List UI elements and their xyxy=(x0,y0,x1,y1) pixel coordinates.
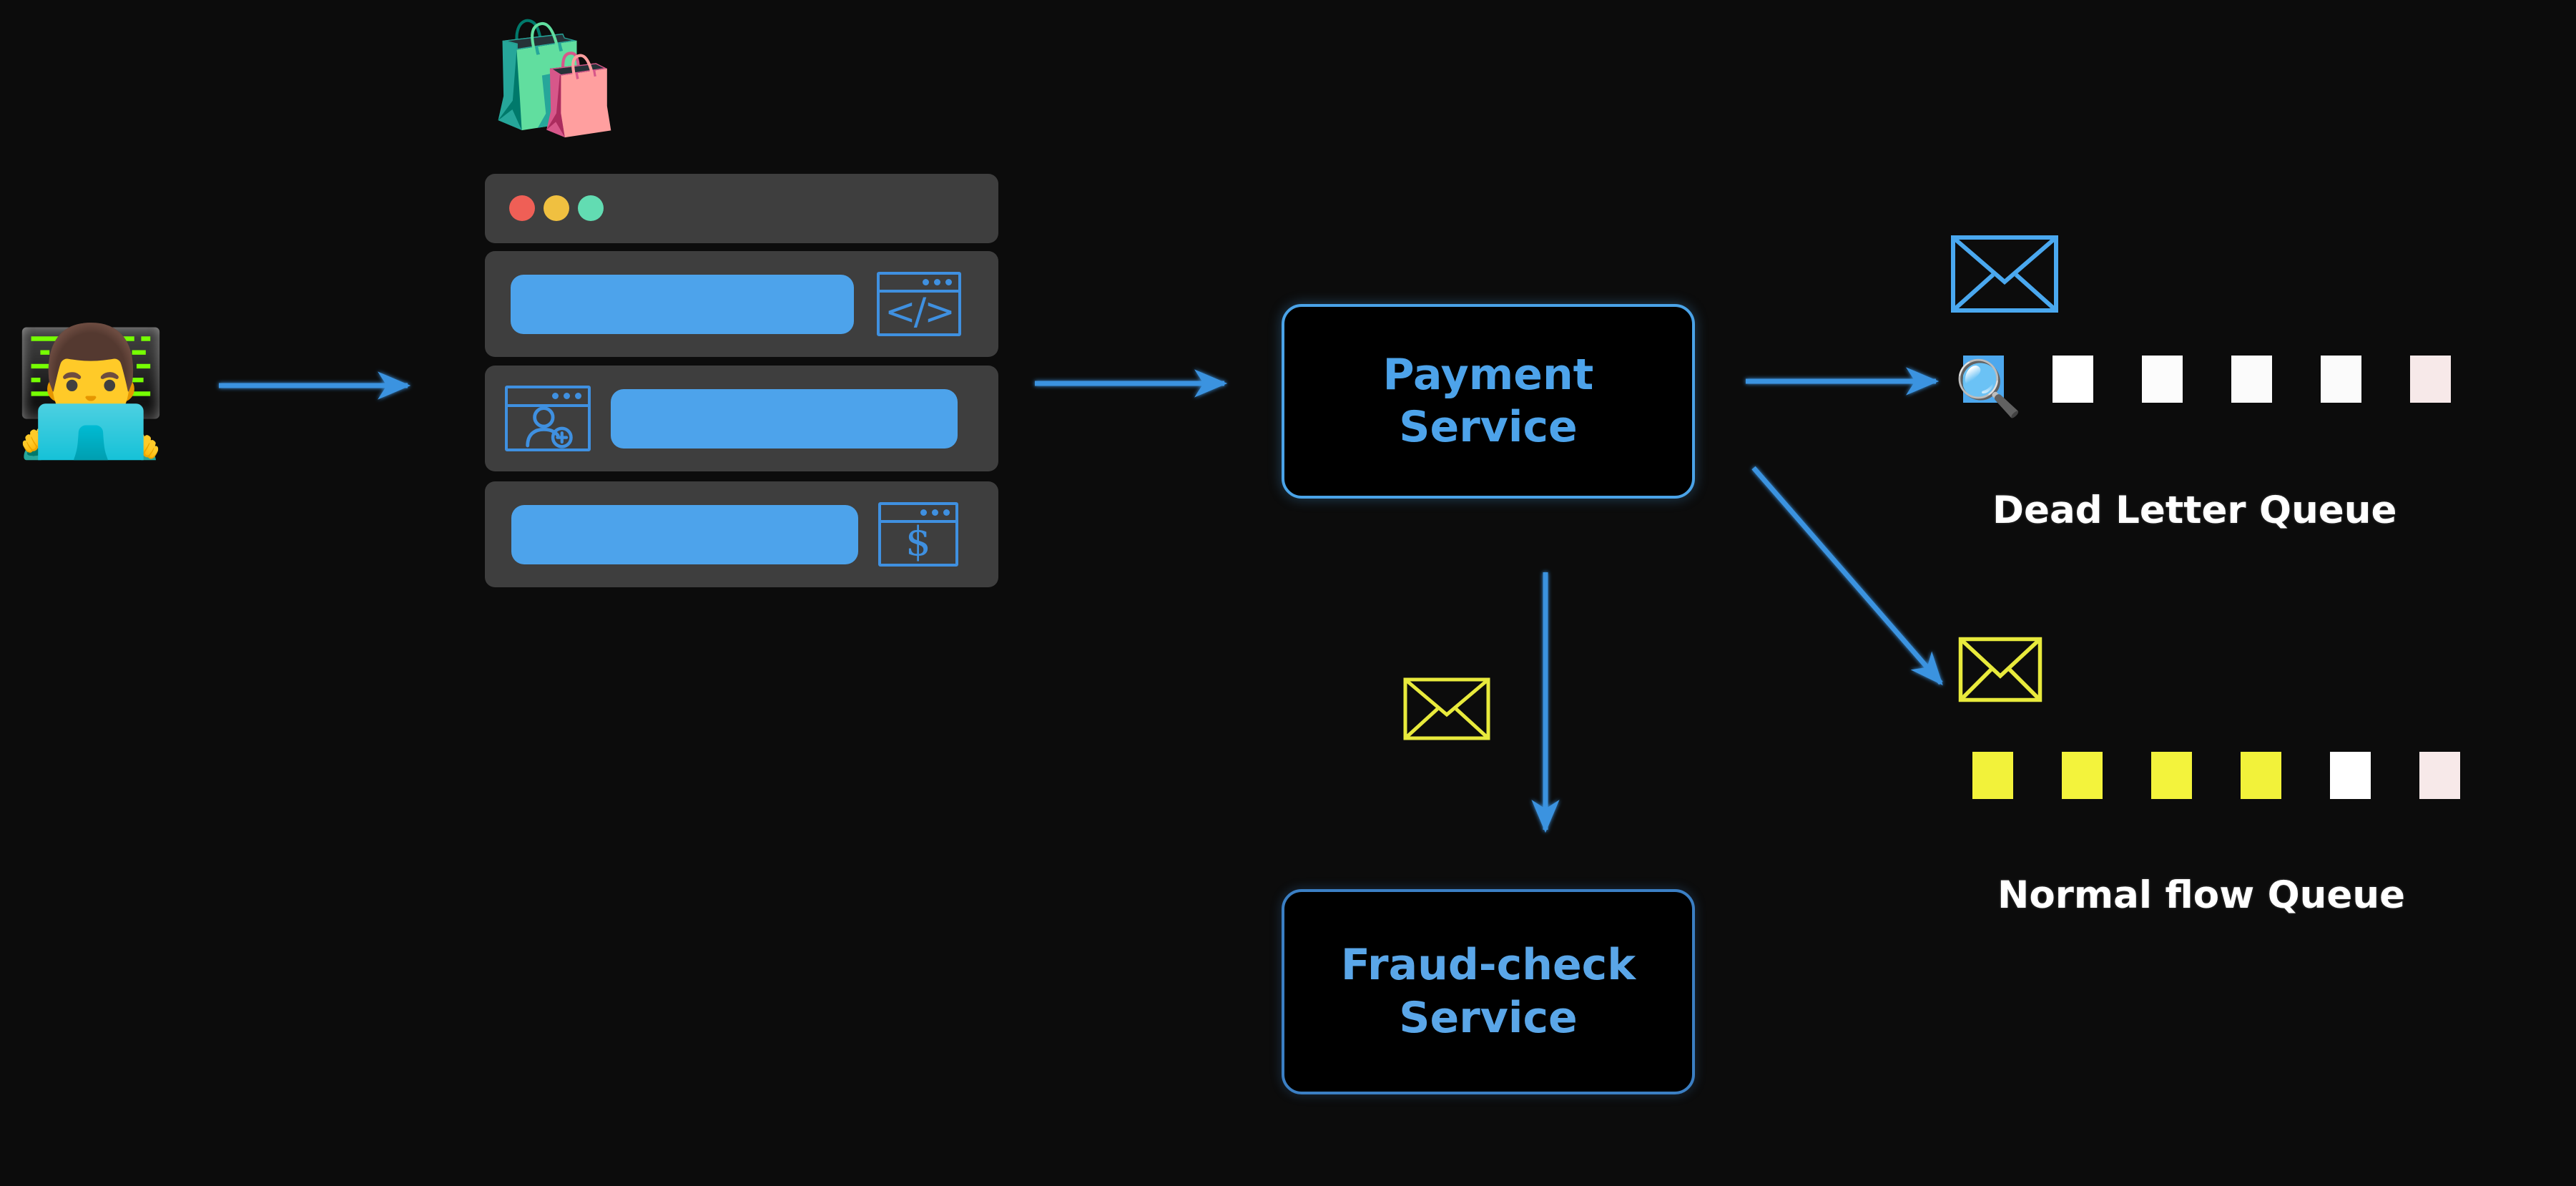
person-plus-icon xyxy=(526,406,573,449)
normal-flow-queue-cells xyxy=(1972,752,2460,799)
queue-cell[interactable] xyxy=(2142,356,2183,403)
mockup-row-code: </> xyxy=(485,251,998,357)
envelope-icon xyxy=(1950,235,2059,313)
queue-cell[interactable] xyxy=(2330,752,2371,799)
content-pill xyxy=(511,504,858,564)
dead-letter-queue-label: Dead Letter Queue xyxy=(1992,489,2397,532)
minimize-dot[interactable] xyxy=(544,195,569,221)
envelope-icon xyxy=(1958,637,2042,702)
fraud-service-label-line1: Fraud-check xyxy=(1340,940,1636,991)
maximize-dot[interactable] xyxy=(578,195,604,221)
queue-cell[interactable] xyxy=(2231,356,2272,403)
queue-cell[interactable] xyxy=(2410,356,2451,403)
man-technologist-emoji: 👨‍💻 xyxy=(13,319,169,464)
dollar-window-icon: $ xyxy=(878,502,958,567)
mockup-titlebar xyxy=(485,174,998,243)
add-user-glyph xyxy=(508,404,588,449)
queue-cell[interactable] xyxy=(2053,356,2093,403)
shopping-bags-emoji: 🛍️ xyxy=(488,16,621,141)
add-user-window-icon xyxy=(505,386,591,451)
mockup-row-user xyxy=(485,366,998,471)
queue-cell[interactable] xyxy=(2151,752,2192,799)
payment-service-label-line2: Service xyxy=(1399,402,1578,452)
payment-service-label-line1: Payment xyxy=(1382,349,1594,400)
queue-cell[interactable] xyxy=(2321,356,2361,403)
storefront-browser-mockup: </> $ xyxy=(485,174,998,591)
payment-service-box[interactable]: Payment Service xyxy=(1282,304,1695,499)
normal-flow-queue-label: Normal flow Queue xyxy=(1997,873,2406,917)
code-window-icon-glyph: </> xyxy=(885,290,955,333)
queue-cell[interactable] xyxy=(2419,752,2460,799)
fraud-check-service-box[interactable]: Fraud-check Service xyxy=(1282,889,1695,1094)
queue-cell[interactable] xyxy=(1972,752,2013,799)
dead-letter-queue-cells xyxy=(1963,356,2451,403)
content-pill xyxy=(511,274,854,334)
code-window-icon: </> xyxy=(877,272,961,336)
fraud-service-label-line2: Service xyxy=(1399,992,1578,1043)
mockup-row-payment: $ xyxy=(485,481,998,587)
queue-cell[interactable] xyxy=(2241,752,2281,799)
dollar-window-icon-glyph: $ xyxy=(905,519,931,566)
arrow-payment-to-normal-flow-queue xyxy=(1751,466,1943,686)
queue-cell[interactable] xyxy=(2062,752,2103,799)
content-pill xyxy=(611,388,958,449)
magnifying-glass-icon: 🔍 xyxy=(1955,356,2022,420)
envelope-icon xyxy=(1403,677,1490,740)
close-dot[interactable] xyxy=(509,195,535,221)
diagram-canvas: 👨‍💻 🛍️ </> xyxy=(0,0,2576,1186)
